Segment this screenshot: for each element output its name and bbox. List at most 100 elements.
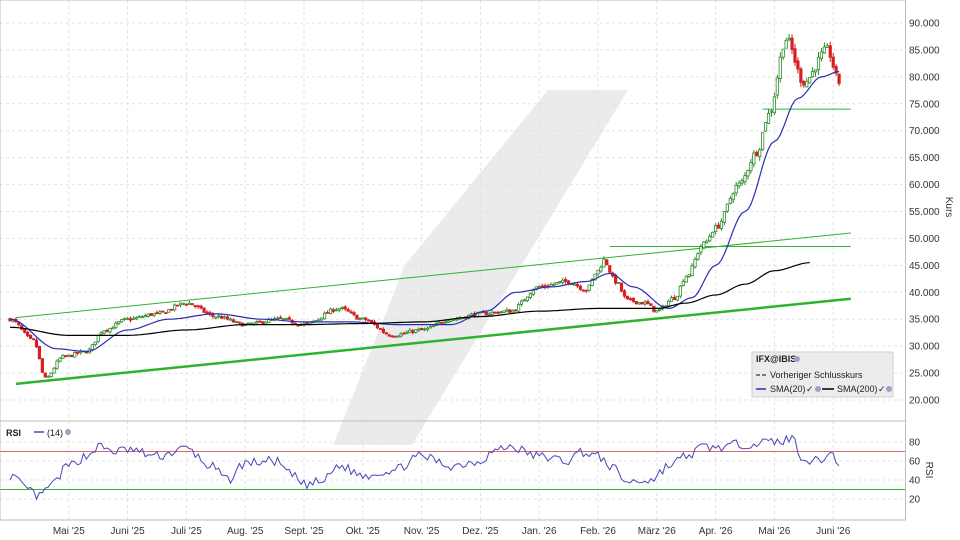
rsi-label: RSI (6, 428, 21, 438)
candle-body (73, 352, 77, 358)
candle-body (58, 357, 62, 362)
candle-body (231, 319, 236, 323)
candle-body (167, 309, 171, 313)
candle-body (37, 345, 42, 360)
candle-body (246, 322, 250, 325)
candle-body (425, 327, 430, 331)
candle-body (743, 175, 747, 183)
candle-body (90, 344, 94, 350)
candle-body (802, 80, 806, 86)
candle-body (31, 338, 36, 341)
candle-body (511, 309, 515, 313)
candle-body (67, 354, 71, 357)
candle-body (678, 285, 682, 297)
y-tick-label: 45.000 (909, 261, 940, 272)
candle-body (428, 326, 433, 329)
x-tick-label: Aug. '25 (227, 526, 264, 537)
candle-body (625, 295, 630, 300)
legend-symbol: IFX@IBIS (756, 354, 796, 364)
candle-body (173, 304, 177, 311)
legend-item-sma20: SMA(20) (770, 384, 806, 394)
y-tick-label: 30.000 (909, 342, 940, 353)
candle-body (228, 318, 233, 321)
candle-body (528, 293, 532, 298)
candle-body (155, 312, 159, 315)
candle-body (134, 317, 139, 320)
check-icon[interactable]: ✓ (806, 384, 814, 394)
candle-body (602, 258, 606, 268)
candle-body (637, 301, 641, 305)
candle-body (320, 317, 324, 321)
settings-icon[interactable] (794, 356, 800, 362)
candle-body (387, 334, 391, 337)
candle-body (322, 312, 327, 320)
candle-body (355, 314, 359, 320)
settings-icon[interactable] (815, 386, 821, 392)
x-tick-label: Juni '25 (111, 526, 146, 537)
candle-body (70, 354, 74, 358)
candle-body (317, 318, 321, 322)
candle-body (361, 317, 365, 320)
candle-body (105, 329, 109, 332)
candle-body (755, 151, 759, 157)
candle-body (490, 311, 494, 316)
candle-body (696, 252, 700, 260)
check-icon[interactable]: ✓ (878, 384, 886, 394)
candle-body (693, 259, 697, 268)
candle-body (758, 149, 762, 158)
candle-body (396, 335, 400, 338)
candle-body (325, 311, 330, 314)
candle-body (752, 152, 756, 165)
y-tick-label: 20.000 (909, 396, 940, 407)
candle-body (352, 312, 356, 316)
candle-body (711, 231, 715, 238)
candle-body (722, 211, 727, 223)
y-tick-label: 90.000 (909, 19, 940, 30)
candle-body (575, 283, 580, 287)
x-tick-label: Mai '25 (53, 526, 85, 537)
candle-body (519, 300, 524, 305)
candle-body (199, 305, 203, 309)
candle-body (281, 318, 286, 321)
candle-body (558, 281, 562, 283)
candle-body (819, 51, 824, 59)
candle-body (811, 71, 815, 78)
candle-body (275, 317, 280, 320)
candle-body (61, 354, 65, 359)
y-tick-label: 60.000 (909, 180, 940, 191)
candle-body (346, 308, 350, 312)
candle-body (158, 311, 162, 314)
candle-body (725, 203, 729, 212)
candle-body (161, 310, 165, 313)
candle-body (716, 224, 721, 229)
candle-body (813, 69, 818, 73)
candle-body (258, 320, 262, 323)
candle-body (684, 276, 688, 283)
candle-body (440, 322, 444, 325)
x-tick-label: Sept. '25 (284, 526, 324, 537)
candle-body (143, 315, 147, 318)
settings-icon[interactable] (65, 429, 71, 435)
candle-body (766, 113, 771, 124)
candle-body (414, 329, 418, 333)
candle-body (102, 330, 106, 334)
candle-body (622, 290, 627, 297)
candle-body (411, 330, 415, 333)
candle-body (405, 331, 409, 334)
candle-body (628, 298, 632, 301)
chart-legend: IFX@IBIS Vorheriger Schlusskurs SMA(20) … (751, 351, 894, 398)
settings-icon[interactable] (886, 386, 892, 392)
candle-body (808, 77, 812, 84)
candle-body (422, 328, 427, 331)
candle-body (731, 193, 735, 201)
candle-body (831, 56, 835, 68)
candle-body (599, 266, 603, 272)
candle-body (525, 296, 530, 302)
candle-body (367, 319, 371, 322)
candle-body (699, 246, 703, 253)
candle-body (131, 317, 136, 320)
candle-body (187, 302, 191, 305)
rsi-period: (14) (47, 428, 63, 438)
candle-body (390, 335, 394, 338)
candle-body (643, 301, 647, 305)
